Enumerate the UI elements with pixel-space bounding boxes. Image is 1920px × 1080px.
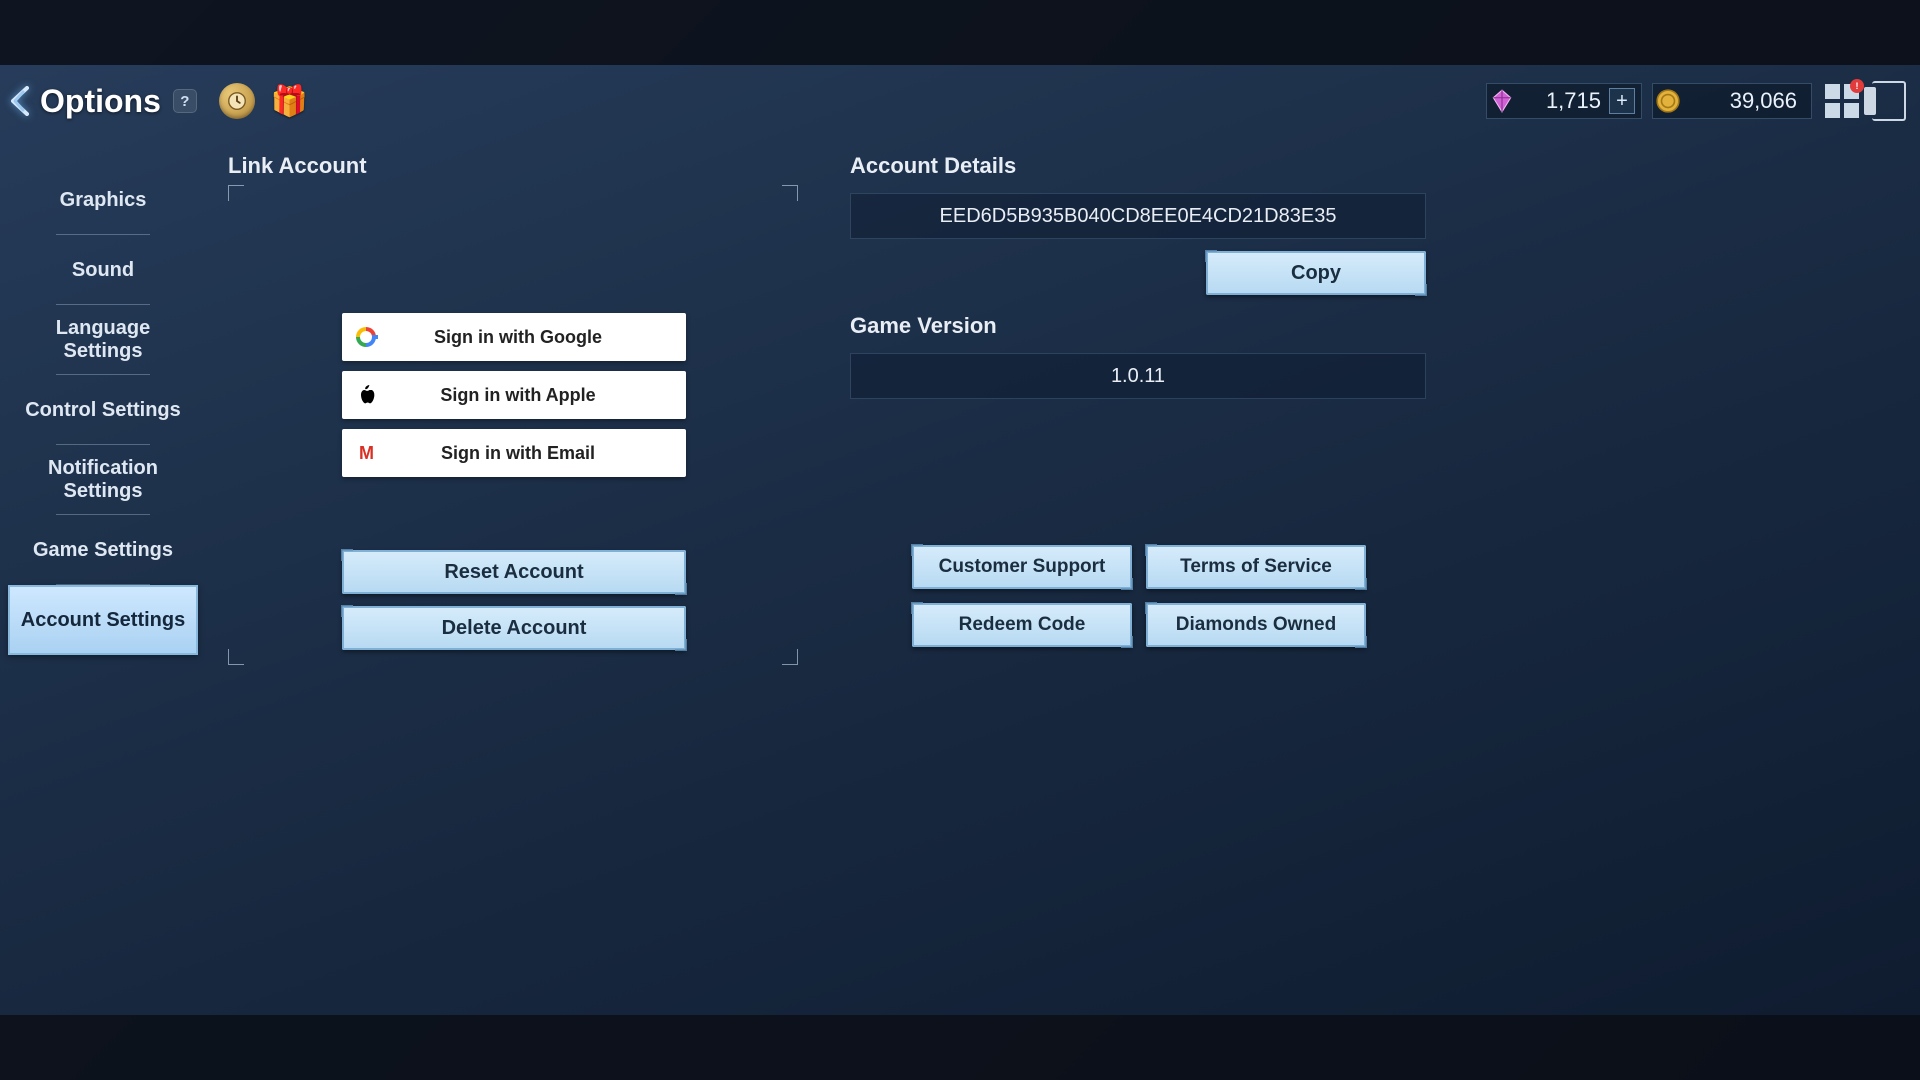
signin-google-label: Sign in with Google xyxy=(390,327,686,348)
add-currency-1-button[interactable]: + xyxy=(1609,88,1635,114)
tab-graphics-label: Graphics xyxy=(60,189,147,212)
chevron-left-icon xyxy=(9,86,31,116)
currency-1[interactable]: 1,715 + xyxy=(1486,83,1642,119)
signin-google-button[interactable]: Sign in with Google xyxy=(342,313,686,361)
game-version-box: 1.0.11 xyxy=(850,353,1426,399)
tab-graphics[interactable]: Graphics xyxy=(8,165,198,235)
currency-2[interactable]: 39,066 xyxy=(1652,83,1812,119)
reset-account-label: Reset Account xyxy=(444,561,583,584)
account-details-panel: Account Details EED6D5B935B040CD8EE0E4CD… xyxy=(850,153,1426,421)
game-version-value: 1.0.11 xyxy=(1111,365,1165,388)
currency-1-amount: 1,715 xyxy=(1519,88,1609,114)
account-id-value: EED6D5B935B040CD8EE0E4CD21D83E35 xyxy=(940,205,1337,228)
clock-icon[interactable] xyxy=(219,83,255,119)
signin-apple-label: Sign in with Apple xyxy=(390,385,686,406)
signin-apple-button[interactable]: Sign in with Apple xyxy=(342,371,686,419)
clock-face-icon xyxy=(226,90,248,112)
tab-sound-label: Sound xyxy=(72,259,134,282)
menu-button[interactable]: ! xyxy=(1822,81,1862,121)
reset-account-button[interactable]: Reset Account xyxy=(342,550,686,594)
header: Options ? 🎁 1,715 + 39,066 xyxy=(0,73,1920,129)
letterbox-bottom xyxy=(0,1015,1920,1080)
gift-icon[interactable]: 🎁 xyxy=(271,84,308,119)
help-button[interactable]: ? xyxy=(173,89,197,113)
tab-account-label: Account Settings xyxy=(21,609,185,632)
currency-2-amount: 39,066 xyxy=(1685,88,1805,114)
support-button-grid: Customer Support Terms of Service Redeem… xyxy=(912,545,1366,647)
customer-support-label: Customer Support xyxy=(939,556,1106,578)
page-title: Options xyxy=(40,83,161,120)
signin-stack: Sign in with Google Sign in with Apple M… xyxy=(342,313,686,477)
tab-game[interactable]: Game Settings xyxy=(8,515,198,585)
account-details-title: Account Details xyxy=(850,153,1426,179)
signin-email-button[interactable]: M Sign in with Email xyxy=(342,429,686,477)
tab-control-label: Control Settings xyxy=(25,399,181,422)
account-action-stack: Reset Account Delete Account xyxy=(342,550,686,650)
tos-label: Terms of Service xyxy=(1180,556,1332,578)
tab-sound[interactable]: Sound xyxy=(8,235,198,305)
redeem-code-button[interactable]: Redeem Code xyxy=(912,603,1132,647)
copy-label: Copy xyxy=(1291,262,1341,285)
game-version-title: Game Version xyxy=(850,313,1426,339)
tab-notification-label: Notification Settings xyxy=(16,457,190,503)
google-icon xyxy=(356,327,376,347)
link-account-title: Link Account xyxy=(228,153,800,179)
diamonds-owned-label: Diamonds Owned xyxy=(1176,614,1336,636)
tab-language-label: Language Settings xyxy=(16,317,190,363)
gem-icon xyxy=(1485,84,1519,118)
account-id-box: EED6D5B935B040CD8EE0E4CD21D83E35 xyxy=(850,193,1426,239)
diamonds-owned-button[interactable]: Diamonds Owned xyxy=(1146,603,1366,647)
notification-badge: ! xyxy=(1850,79,1864,93)
tab-notification[interactable]: Notification Settings xyxy=(8,445,198,515)
customer-support-button[interactable]: Customer Support xyxy=(912,545,1132,589)
redeem-code-label: Redeem Code xyxy=(959,614,1086,636)
letterbox-top xyxy=(0,0,1920,65)
tab-game-label: Game Settings xyxy=(33,539,173,562)
tos-button[interactable]: Terms of Service xyxy=(1146,545,1366,589)
mail-icon: M xyxy=(359,443,373,464)
tab-control[interactable]: Control Settings xyxy=(8,375,198,445)
sidebar: Graphics Sound Language Settings Control Se… xyxy=(8,165,198,655)
delete-account-label: Delete Account xyxy=(442,617,587,640)
back-button[interactable] xyxy=(6,83,34,119)
apple-icon xyxy=(342,385,390,405)
tab-language[interactable]: Language Settings xyxy=(8,305,198,375)
exit-button[interactable] xyxy=(1872,81,1906,121)
tab-account[interactable]: Account Settings xyxy=(8,585,198,655)
signin-email-label: Sign in with Email xyxy=(390,443,686,464)
coin-icon xyxy=(1651,84,1685,118)
copy-button[interactable]: Copy xyxy=(1206,251,1426,295)
game-area: Options ? 🎁 1,715 + 39,066 xyxy=(0,65,1920,1015)
delete-account-button[interactable]: Delete Account xyxy=(342,606,686,650)
